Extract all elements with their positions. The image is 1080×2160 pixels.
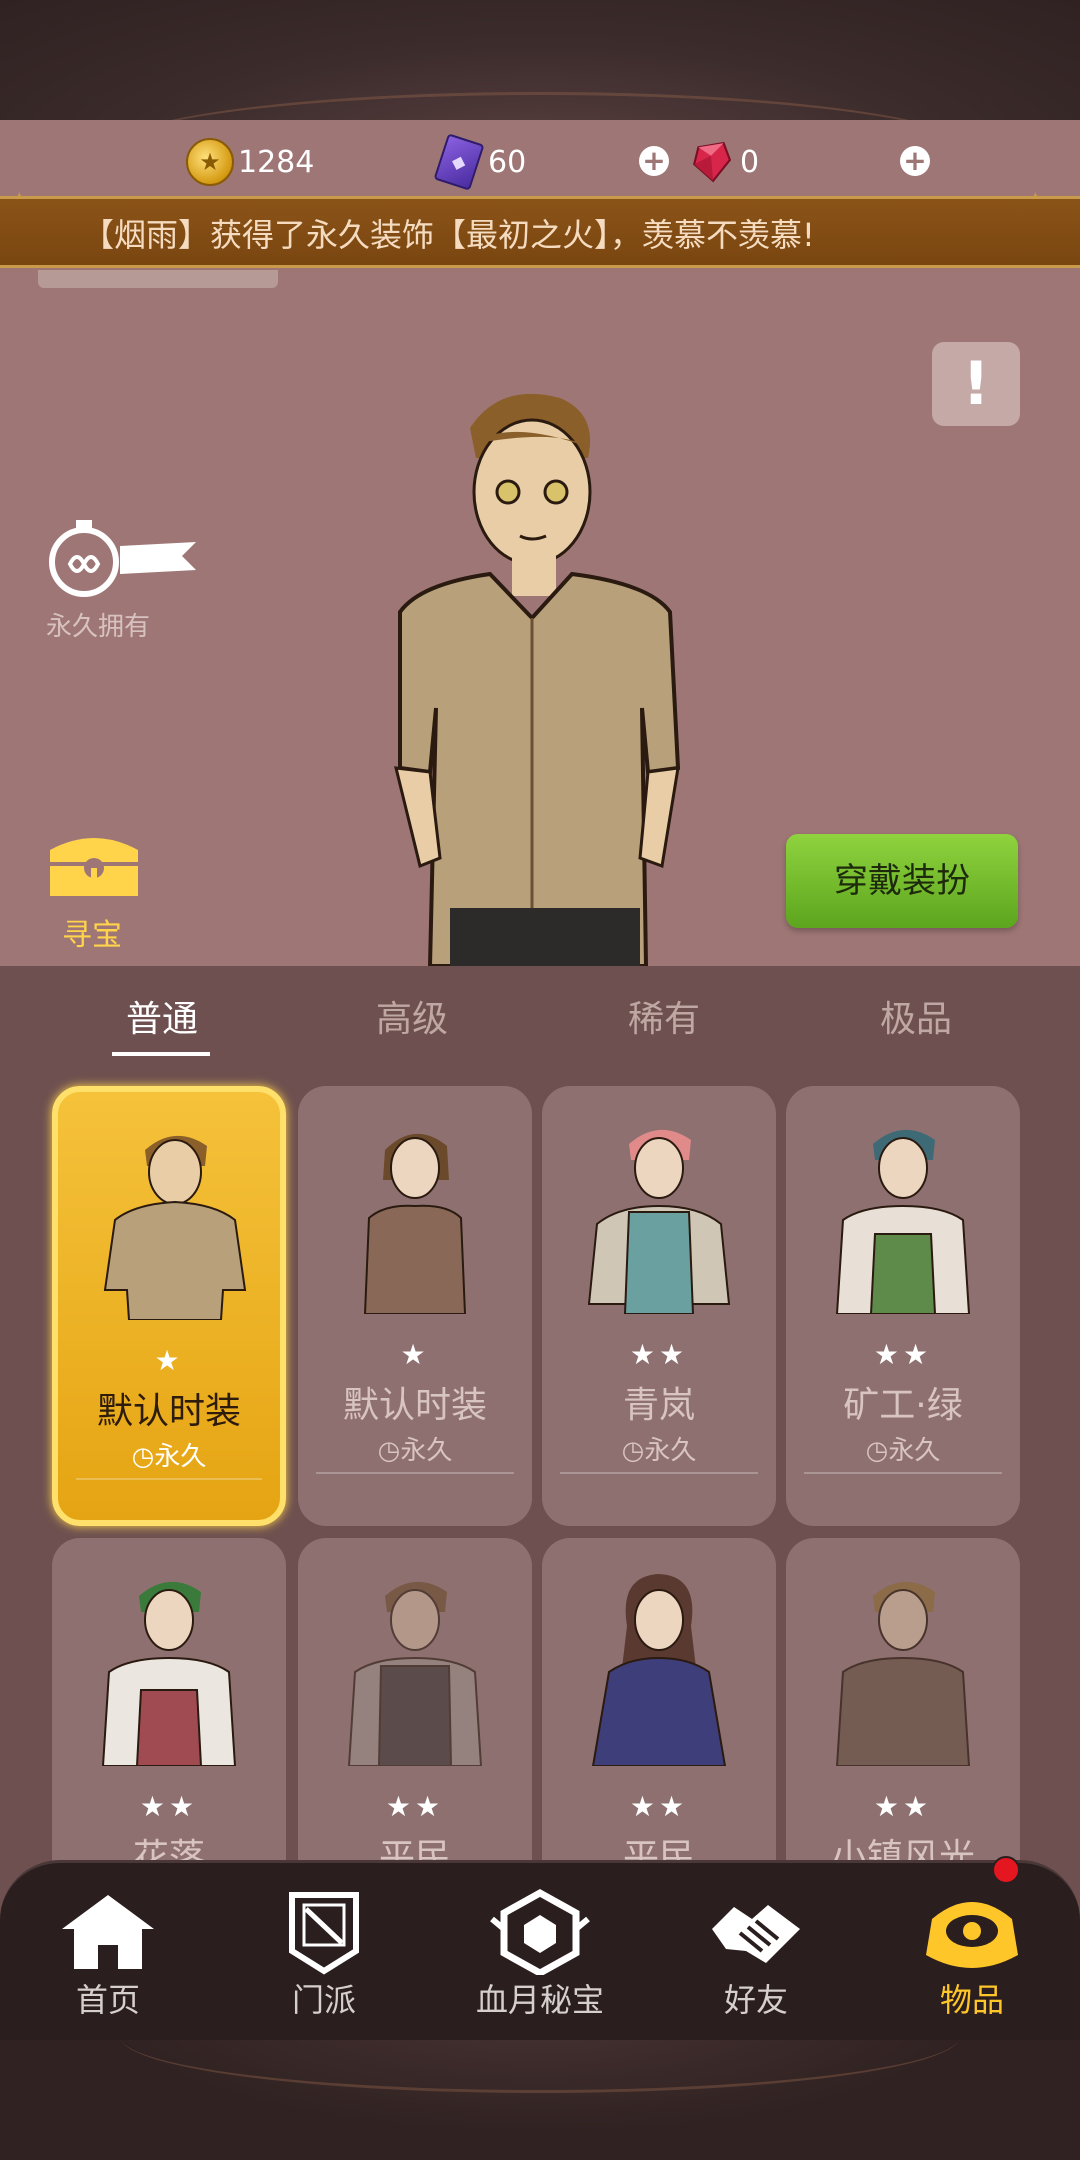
outfit-thumbnail	[347, 1581, 483, 1766]
decor-arc	[120, 1980, 960, 2093]
eye-bag-icon	[926, 1902, 1018, 1968]
wear-outfit-button[interactable]: 穿戴装扮	[786, 834, 1018, 928]
active-tab-indicator	[112, 1052, 210, 1056]
add-gems-button[interactable]: +	[900, 146, 930, 176]
outfit-name: 青岚	[622, 1385, 695, 1426]
outfit-duration: ◷永久	[786, 1430, 1020, 1467]
outfit-name: 矿工·绿	[843, 1385, 963, 1426]
tab-normal[interactable]: 普通	[72, 990, 252, 1042]
bottom-decor	[0, 2040, 1080, 2160]
treasure-label[interactable]: 寻宝	[62, 910, 122, 954]
permanent-owned-icon	[49, 520, 196, 597]
home-icon	[62, 1895, 154, 1969]
rarity-tabs: 普通 高级 稀有 极品	[0, 990, 1080, 1046]
outfit-card[interactable]: ★★ 矿工·绿 ◷永久	[786, 1086, 1020, 1526]
tab-advanced[interactable]: 高级	[322, 990, 502, 1042]
clock-icon: ◷	[621, 1436, 645, 1466]
clock-icon: ◷	[865, 1436, 889, 1466]
alert-button[interactable]: !	[932, 342, 1020, 426]
permanent-owned-label: 永久拥有	[46, 612, 151, 642]
gem-balance: 0	[690, 130, 759, 194]
outfit-thumbnail	[591, 1574, 727, 1766]
tab-premium[interactable]: 极品	[826, 990, 1006, 1042]
card-divider	[76, 1478, 262, 1480]
outfit-thumbnail	[835, 1581, 971, 1766]
outfit-card[interactable]: ★ 默认时装 ◷永久	[298, 1086, 532, 1526]
rarity-stars: ★★	[873, 1338, 933, 1371]
coin-count: 1284	[238, 144, 315, 180]
rarity-stars: ★★	[385, 1790, 445, 1823]
outfit-card[interactable]: ★★ 青岚 ◷永久	[542, 1086, 776, 1526]
duration-text: 永久	[154, 1442, 207, 1472]
card-divider	[560, 1472, 758, 1474]
duration-text: 永久	[644, 1436, 697, 1466]
treasure-chest-icon[interactable]	[44, 832, 144, 902]
outfit-thumbnail	[587, 1129, 731, 1314]
card-divider	[804, 1472, 1002, 1474]
duration-text: 永久	[400, 1436, 453, 1466]
card-count: 60	[488, 144, 527, 180]
sect-banner-icon	[289, 1892, 359, 1975]
outfit-name: 默认时装	[342, 1385, 487, 1426]
coin-balance: ★ 1284	[186, 130, 314, 194]
tab-rare[interactable]: 稀有	[574, 990, 754, 1042]
rarity-stars: ★★	[629, 1338, 689, 1371]
outfit-duration: ◷永久	[542, 1430, 776, 1467]
card-divider	[316, 1472, 514, 1474]
outfit-thumbnail	[103, 1135, 247, 1320]
outfit-thumbnail	[363, 1133, 467, 1314]
rarity-stars: ★★	[873, 1790, 933, 1823]
outfit-thumbnail	[835, 1129, 971, 1314]
add-cards-button[interactable]: +	[639, 146, 669, 176]
rarity-stars: ★★	[139, 1790, 199, 1823]
rarity-stars: ★	[154, 1344, 184, 1377]
card-icon: ◆	[433, 133, 485, 191]
gem-icon	[693, 141, 732, 183]
coin-icon: ★	[186, 138, 234, 186]
character-preview	[394, 393, 681, 966]
outfit-name: 默认时装	[96, 1391, 241, 1432]
outfit-thumbnail	[101, 1581, 237, 1766]
clock-icon: ◷	[377, 1436, 401, 1466]
clock-icon: ◷	[131, 1442, 155, 1472]
duration-text: 永久	[888, 1436, 941, 1466]
hexagon-crest-icon	[490, 1889, 590, 1975]
rarity-stars: ★	[400, 1338, 430, 1371]
handshake-icon	[712, 1905, 800, 1963]
collapsed-tab[interactable]	[38, 270, 278, 288]
outfit-duration: ◷永久	[298, 1430, 532, 1467]
rarity-stars: ★★	[629, 1790, 689, 1823]
outfit-duration: ◷永久	[58, 1436, 280, 1473]
notification-dot	[992, 1856, 1020, 1884]
top-status-area	[0, 0, 1080, 120]
card-balance: ◆ 60	[433, 130, 527, 194]
gem-count: 0	[740, 144, 760, 180]
outfit-card[interactable]: ★ 默认时装 ◷永久	[52, 1086, 286, 1526]
announcement-banner: 【烟雨】获得了永久装饰【最初之火】，羡慕不羡慕!	[0, 196, 1080, 268]
